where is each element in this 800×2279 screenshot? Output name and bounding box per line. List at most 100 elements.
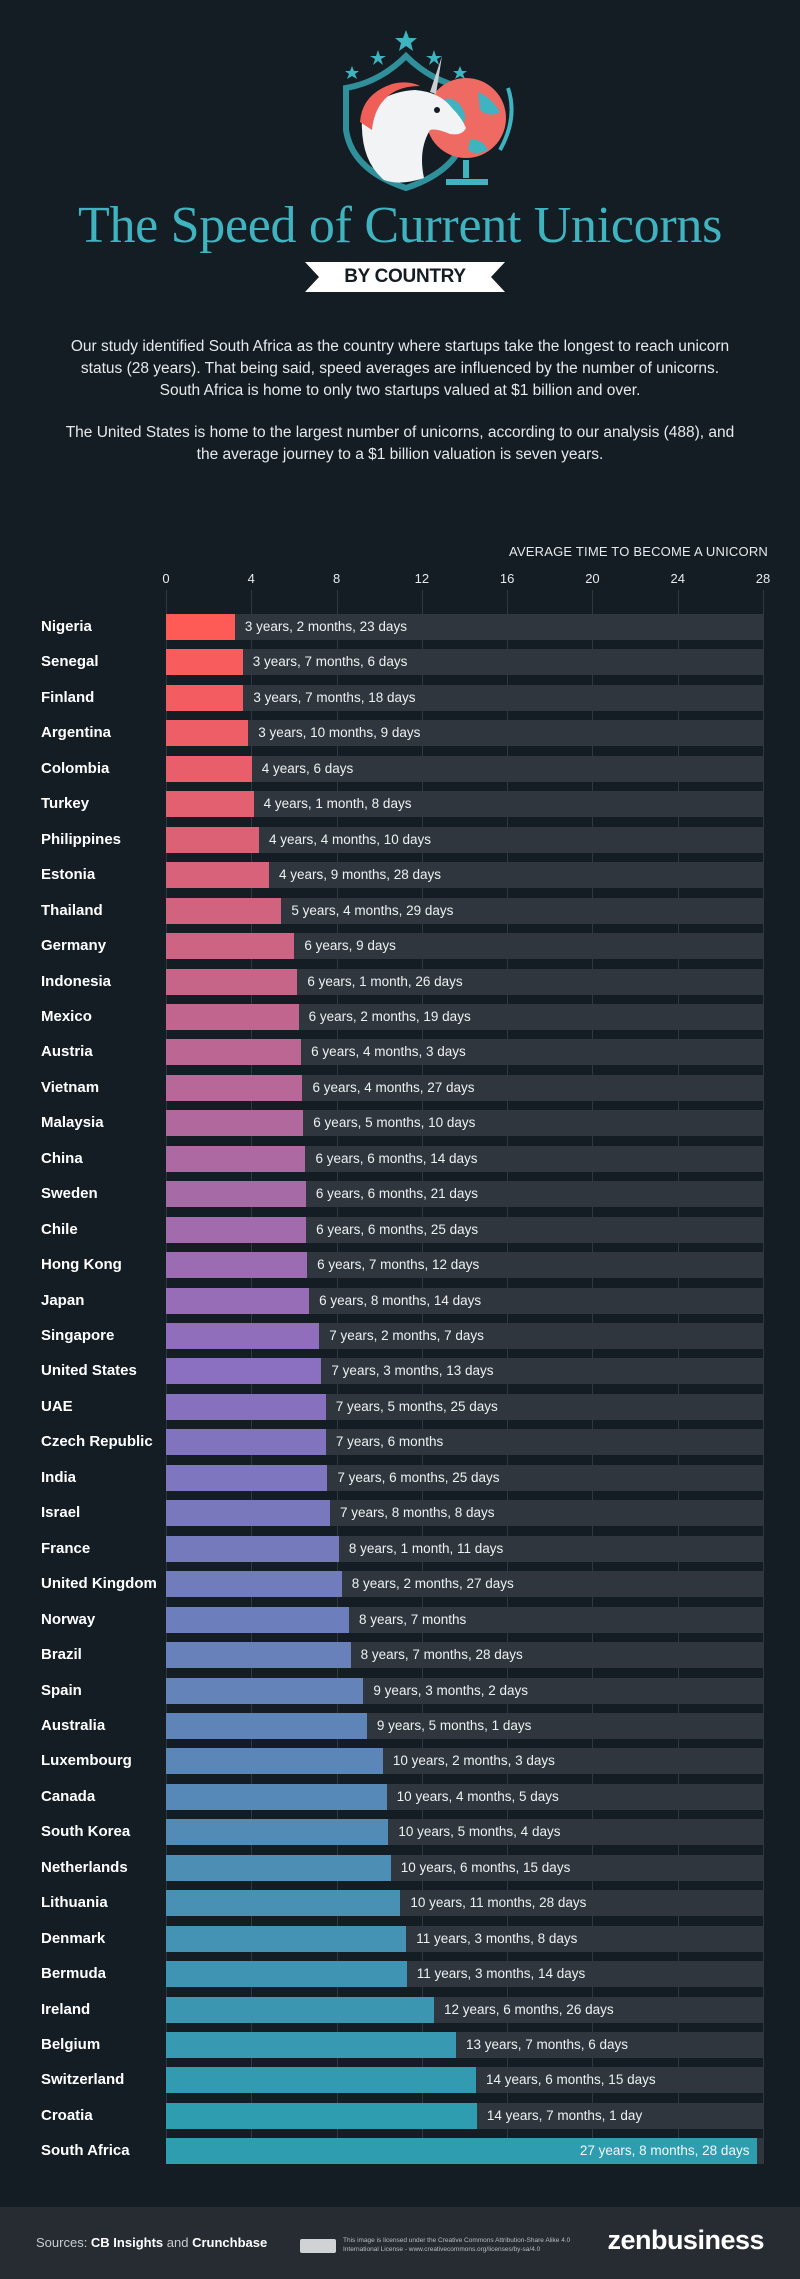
country-label: Croatia <box>41 2107 93 2124</box>
value-label: 6 years, 7 months, 12 days <box>317 1257 480 1272</box>
country-label: Malaysia <box>41 1114 104 1131</box>
bar <box>166 827 259 853</box>
value-label: 14 years, 6 months, 15 days <box>486 2072 656 2087</box>
country-label: Australia <box>41 1717 106 1734</box>
value-label: 10 years, 5 months, 4 days <box>398 1824 561 1839</box>
bar <box>166 1181 306 1207</box>
country-label: Israel <box>41 1504 81 1521</box>
value-label: 7 years, 3 months, 13 days <box>331 1363 494 1378</box>
country-label: Denmark <box>41 1930 106 1947</box>
value-label: 6 years, 4 months, 27 days <box>312 1080 475 1095</box>
value-label: 7 years, 8 months, 8 days <box>339 1505 495 1520</box>
footer: Sources: CB Insights and Crunchbase This… <box>0 2207 800 2279</box>
value-label: 6 years, 4 months, 3 days <box>311 1044 466 1059</box>
bar <box>166 1358 322 1384</box>
bar <box>166 1288 310 1314</box>
gridline <box>763 590 764 2165</box>
value-label: 9 years, 3 months, 2 days <box>373 1683 528 1698</box>
source-crunchbase: Crunchbase <box>192 2235 268 2250</box>
bar <box>166 1961 407 1987</box>
value-label: 7 years, 6 months <box>335 1434 444 1449</box>
value-label: 7 years, 5 months, 25 days <box>335 1399 498 1414</box>
value-label: 10 years, 2 months, 3 days <box>392 1753 555 1768</box>
x-tick-label: 12 <box>414 571 430 586</box>
bar <box>166 1607 349 1633</box>
x-tick-label: 0 <box>162 571 170 586</box>
license-text: This image is licensed under the Creativ… <box>343 2237 571 2253</box>
country-label: Nigeria <box>41 618 92 635</box>
country-label: Singapore <box>41 1327 115 1344</box>
country-label: Mexico <box>41 1008 92 1025</box>
value-label: 6 years, 8 months, 14 days <box>319 1293 482 1308</box>
bar <box>166 1571 342 1597</box>
bar <box>166 720 249 746</box>
bar <box>166 969 298 995</box>
value-label: 6 years, 6 months, 25 days <box>316 1222 479 1237</box>
country-label: India <box>41 1469 77 1486</box>
value-label: 6 years, 9 days <box>304 938 396 953</box>
country-label: Luxembourg <box>41 1752 132 1769</box>
value-label: 8 years, 2 months, 27 days <box>351 1576 514 1591</box>
country-label: UAE <box>41 1398 73 1415</box>
bar <box>166 1429 326 1455</box>
value-label: 10 years, 4 months, 5 days <box>396 1789 559 1804</box>
value-label: 10 years, 11 months, 28 days <box>410 1895 587 1910</box>
country-label: Senegal <box>41 653 99 670</box>
country-label: Germany <box>41 937 107 954</box>
country-label: Argentina <box>41 724 112 741</box>
value-label: 8 years, 7 months <box>358 1612 467 1627</box>
bar <box>166 1536 339 1562</box>
value-label: 6 years, 2 months, 19 days <box>308 1009 471 1024</box>
value-label: 3 years, 7 months, 6 days <box>252 654 408 669</box>
country-label: Switzerland <box>41 2071 125 2088</box>
country-label: Brazil <box>41 1646 82 1663</box>
bar-track <box>166 756 763 782</box>
country-label: Hong Kong <box>41 1256 122 1273</box>
bar <box>166 1997 434 2023</box>
country-label: Indonesia <box>41 973 112 990</box>
bar-chart: 0 4 8 12 16 20 24 28 Nigeria 3 years, 2 months, 2… <box>0 0 800 2200</box>
value-label: 9 years, 5 months, 1 days <box>376 1718 532 1733</box>
value-label: 3 years, 2 months, 23 days <box>244 619 407 634</box>
creative-commons-by-sa-icon <box>300 2239 336 2253</box>
value-label: 3 years, 10 months, 9 days <box>258 725 421 740</box>
sources-joiner: and <box>163 2235 193 2250</box>
bar <box>166 1217 307 1243</box>
value-label: 7 years, 6 months, 25 days <box>337 1470 500 1485</box>
bar <box>166 1323 320 1349</box>
value-label: 4 years, 4 months, 10 days <box>268 832 432 847</box>
country-label: South Africa <box>41 2142 130 2159</box>
brand-logo: zenbusiness <box>607 2225 764 2255</box>
bar <box>166 1819 389 1845</box>
bar-track <box>166 791 763 817</box>
value-label: 11 years, 3 months, 8 days <box>416 1931 578 1946</box>
country-label: Estonia <box>41 866 96 883</box>
country-label: Japan <box>41 1292 85 1309</box>
source-cb-insights: CB Insights <box>90 2235 164 2250</box>
bar <box>166 2032 456 2058</box>
value-label: 27 years, 8 months, 28 days <box>579 2143 750 2158</box>
bar <box>166 1678 364 1704</box>
bar <box>166 1039 302 1065</box>
sources: Sources: CB Insights and Crunchbase <box>36 2235 267 2250</box>
bar <box>166 1004 299 1030</box>
value-label: 6 years, 1 month, 26 days <box>307 974 463 989</box>
country-label: Sweden <box>41 1185 98 1202</box>
country-label: Spain <box>41 1682 82 1699</box>
country-label: Netherlands <box>41 1859 128 1876</box>
x-tick-label: 8 <box>332 571 341 586</box>
country-label: Bermuda <box>41 1965 107 1982</box>
value-label: 4 years, 6 days <box>261 761 354 776</box>
country-label: Vietnam <box>41 1079 100 1096</box>
country-label: Philippines <box>41 831 122 848</box>
value-label: 6 years, 5 months, 10 days <box>313 1115 476 1130</box>
value-label: 14 years, 7 months, 1 day <box>486 2108 643 2123</box>
country-label: Turkey <box>41 795 90 812</box>
sources-prefix: Sources: <box>36 2235 91 2250</box>
bar <box>166 898 282 924</box>
value-label: 7 years, 2 months, 7 days <box>329 1328 484 1343</box>
country-label: Lithuania <box>41 1894 108 1911</box>
value-label: 3 years, 7 months, 18 days <box>253 690 416 705</box>
country-label: China <box>41 1150 83 1167</box>
country-label: Finland <box>41 689 95 706</box>
